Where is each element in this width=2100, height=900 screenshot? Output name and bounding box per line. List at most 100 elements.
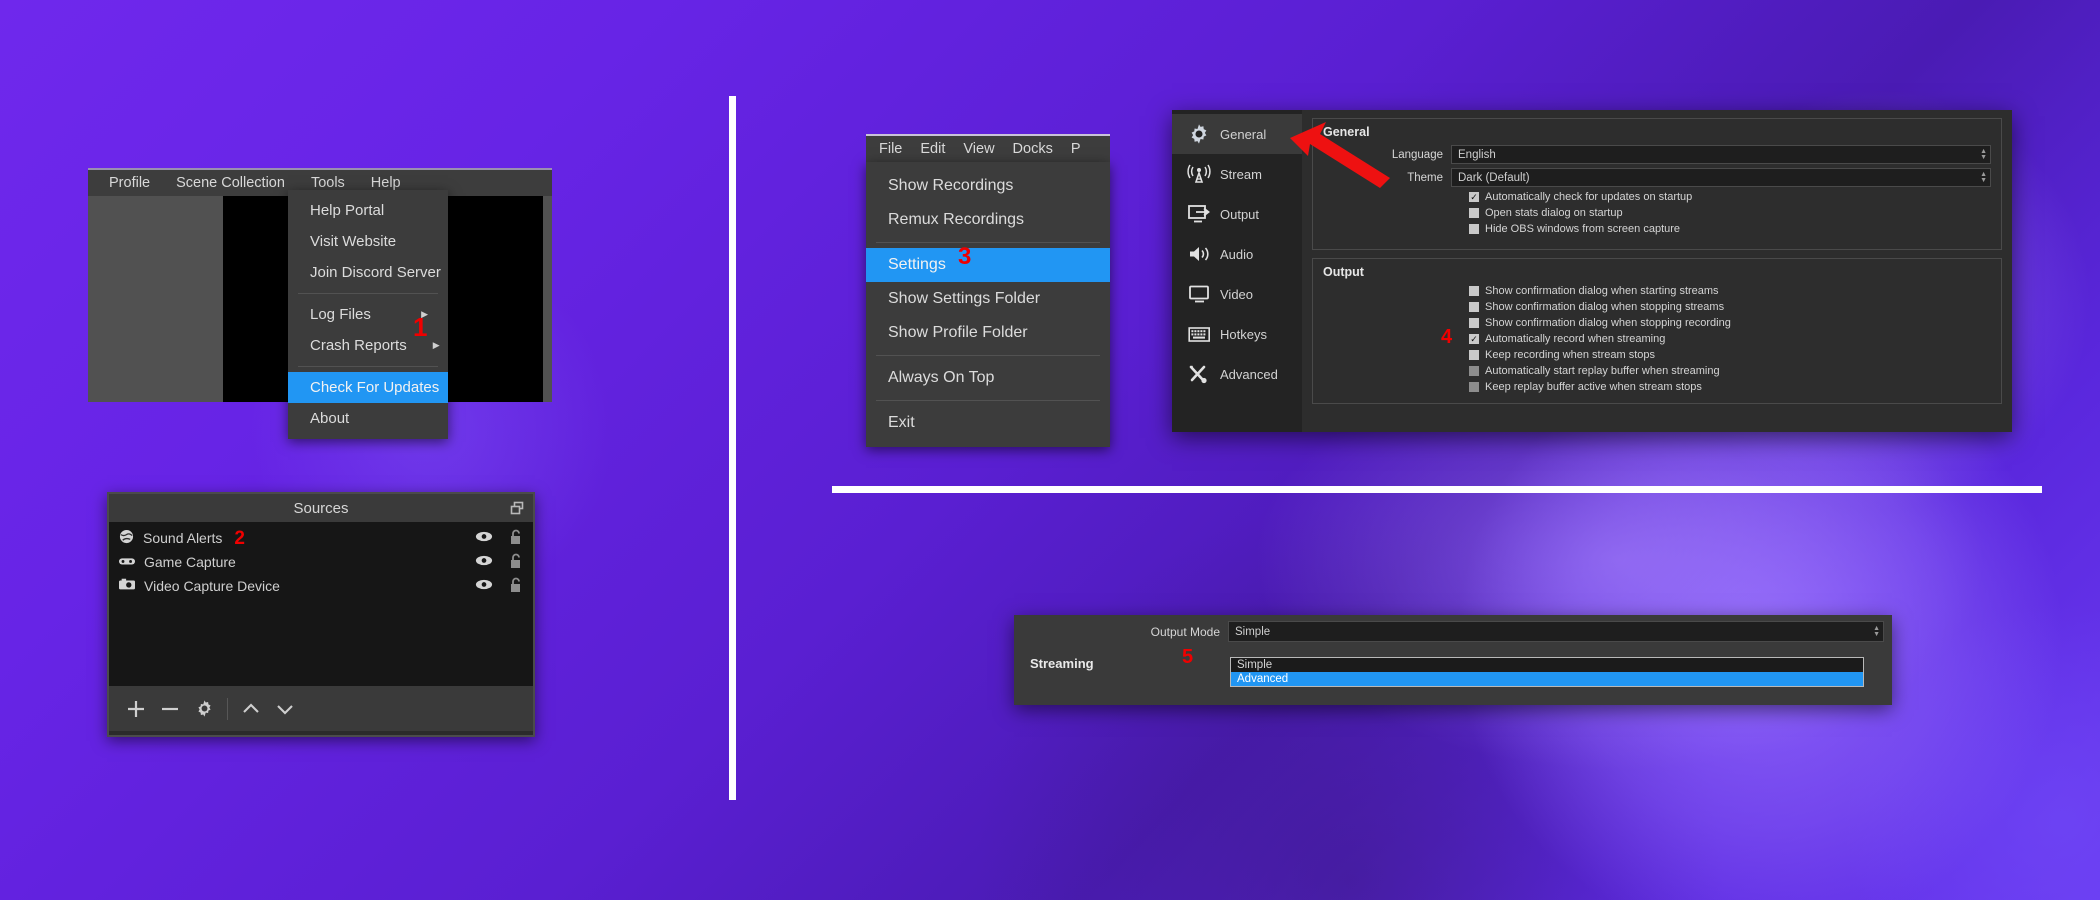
step-marker-2: 2 (234, 527, 245, 549)
menubar-item-docks[interactable]: Docks (1004, 141, 1062, 157)
sidebar-item-label: Advanced (1220, 366, 1278, 382)
unlock-icon[interactable] (509, 529, 523, 548)
checkbox-hide-obs-windows[interactable]: Hide OBS windows from screen capture (1469, 223, 1991, 235)
checkbox-label: Open stats dialog on startup (1485, 207, 1623, 219)
output-mode-select[interactable]: Simple ▲ ▼ (1228, 621, 1884, 642)
globe-icon (119, 529, 134, 547)
theme-select[interactable]: Dark (Default) ▲ ▼ (1451, 168, 1991, 187)
list-item[interactable]: Game Capture (109, 550, 533, 574)
menu-item-label: About (310, 410, 350, 427)
popout-icon[interactable] (510, 501, 524, 519)
source-properties-gear-icon[interactable] (187, 692, 221, 726)
checkbox-box[interactable] (1469, 208, 1479, 218)
checkbox-auto-record-when-streaming[interactable]: 4 ✓ Automatically record when streaming (1441, 326, 1991, 348)
checkbox-box[interactable]: ✓ (1469, 334, 1479, 344)
checkbox-box[interactable] (1469, 302, 1479, 312)
sidebar-item-audio[interactable]: Audio (1172, 234, 1302, 274)
checkbox-confirm-start-streams[interactable]: Show confirmation dialog when starting s… (1469, 285, 1991, 297)
menu-item-show-profile-folder[interactable]: Show Profile Folder (866, 316, 1110, 350)
menu-item-label: Help Portal (310, 202, 385, 219)
menubar-item-tools[interactable]: Tools (298, 175, 358, 191)
output-mode-popup: Output Mode Simple ▲ ▼ Simple Advanced St… (1014, 615, 1892, 705)
eye-icon[interactable] (475, 578, 493, 594)
checkbox-auto-start-replay-buffer[interactable]: Automatically start replay buffer when s… (1469, 365, 1991, 377)
menubar-item-profile-cut[interactable]: P (1062, 141, 1090, 157)
menu-item-visit-website[interactable]: Visit Website (288, 226, 448, 257)
settings-sidebar[interactable]: General Stream Output Audio Video Hotkey… (1172, 110, 1302, 432)
menu-item-show-recordings[interactable]: Show Recordings (866, 169, 1110, 203)
checkbox-box[interactable] (1469, 318, 1479, 328)
move-source-down-button[interactable] (268, 692, 302, 726)
menubar-item-help[interactable]: Help (358, 175, 414, 191)
sidebar-item-general[interactable]: General (1172, 114, 1302, 154)
checkbox-keep-replay-buffer-active[interactable]: Keep replay buffer active when stream st… (1469, 381, 1991, 393)
menu-item-label: Show Recordings (888, 177, 1014, 194)
menu-item-join-discord-server[interactable]: Join Discord Server (288, 257, 448, 288)
list-item[interactable]: Sound Alerts 2 (109, 526, 533, 550)
checkbox-box[interactable] (1469, 286, 1479, 296)
list-item[interactable]: Video Capture Device (109, 574, 533, 598)
add-source-button[interactable] (119, 692, 153, 726)
menu-item-show-settings-folder[interactable]: Show Settings Folder (866, 282, 1110, 316)
source-name: Sound Alerts (143, 530, 223, 546)
menubar-item-file[interactable]: File (870, 141, 911, 157)
menu-item-about[interactable]: About (288, 403, 448, 434)
file-dropdown-menu[interactable]: Show Recordings Remux Recordings Setting… (866, 162, 1110, 447)
streaming-label-text: Streaming (1030, 656, 1094, 671)
menu-item-check-for-updates[interactable]: Check For Updates (288, 372, 448, 403)
menu-item-settings[interactable]: Settings (866, 248, 1110, 282)
speaker-icon (1186, 244, 1212, 264)
menu-item-label: Visit Website (310, 233, 397, 250)
checkbox-confirm-stop-streams[interactable]: Show confirmation dialog when stopping s… (1469, 301, 1991, 313)
menu-separator (298, 366, 438, 367)
menubar-item-edit[interactable]: Edit (911, 141, 954, 157)
checkbox-box[interactable] (1469, 382, 1479, 392)
checkbox-box[interactable] (1469, 366, 1479, 376)
spinner-arrows-icon[interactable]: ▲ ▼ (1873, 622, 1880, 641)
sidebar-item-hotkeys[interactable]: Hotkeys (1172, 314, 1302, 354)
menu-separator (876, 355, 1100, 356)
eye-icon[interactable] (475, 530, 493, 546)
sidebar-item-label: General (1220, 126, 1267, 142)
menubar-item-view[interactable]: View (954, 141, 1003, 157)
sidebar-item-advanced[interactable]: Advanced (1172, 354, 1302, 394)
checkbox-auto-check-updates[interactable]: ✓ Automatically check for updates on sta… (1469, 191, 1991, 203)
language-select[interactable]: English ▲ ▼ (1451, 145, 1991, 164)
unlock-icon[interactable] (509, 577, 523, 596)
menubar-item-scene-collection[interactable]: Scene Collection (163, 175, 298, 191)
menu-item-always-on-top[interactable]: Always On Top (866, 361, 1110, 395)
eye-icon[interactable] (475, 554, 493, 570)
menu-item-label: Check For Updates (310, 379, 440, 396)
spinner-arrows-icon[interactable]: ▲ ▼ (1980, 146, 1987, 163)
menubar-item-profile[interactable]: Profile (96, 175, 163, 191)
checkbox-confirm-stop-recording[interactable]: Show confirmation dialog when stopping r… (1469, 317, 1991, 329)
menu-item-label: Log Files (310, 306, 371, 323)
unlock-icon[interactable] (509, 553, 523, 572)
sidebar-item-video[interactable]: Video (1172, 274, 1302, 314)
checkbox-box[interactable]: ✓ (1469, 192, 1479, 202)
menu-item-remux-recordings[interactable]: Remux Recordings (866, 203, 1110, 237)
checkbox-box[interactable] (1469, 224, 1479, 234)
sidebar-item-stream[interactable]: Stream (1172, 154, 1302, 194)
file-window-menubar[interactable]: File Edit View Docks P (866, 134, 1110, 162)
sources-list[interactable]: Sound Alerts 2 Game Capture Video Captur… (109, 522, 533, 686)
sources-toolbar[interactable] (109, 686, 533, 731)
menu-item-help-portal[interactable]: Help Portal (288, 195, 448, 226)
checkbox-keep-recording-stream-stops[interactable]: Keep recording when stream stops (1469, 349, 1991, 361)
streaming-section-label: Streaming 5 (1022, 646, 1884, 671)
checkbox-open-stats-dialog[interactable]: Open stats dialog on startup (1469, 207, 1991, 219)
move-source-up-button[interactable] (234, 692, 268, 726)
step-marker-1: 1 (413, 312, 427, 343)
theme-field-row: Theme Dark (Default) ▲ ▼ (1323, 168, 1991, 187)
spinner-arrows-icon[interactable]: ▲ ▼ (1980, 169, 1987, 186)
gamepad-icon (119, 554, 135, 570)
checkbox-label: Automatically start replay buffer when s… (1485, 365, 1720, 377)
remove-source-button[interactable] (153, 692, 187, 726)
red-arrow-icon (1286, 120, 1396, 195)
sidebar-item-label: Audio (1220, 246, 1254, 262)
sidebar-item-output[interactable]: Output (1172, 194, 1302, 234)
menu-item-label: Show Settings Folder (888, 290, 1041, 307)
checkbox-box[interactable] (1469, 350, 1479, 360)
dropdown-option-advanced[interactable]: Advanced (1231, 672, 1863, 686)
menu-item-exit[interactable]: Exit (866, 406, 1110, 440)
